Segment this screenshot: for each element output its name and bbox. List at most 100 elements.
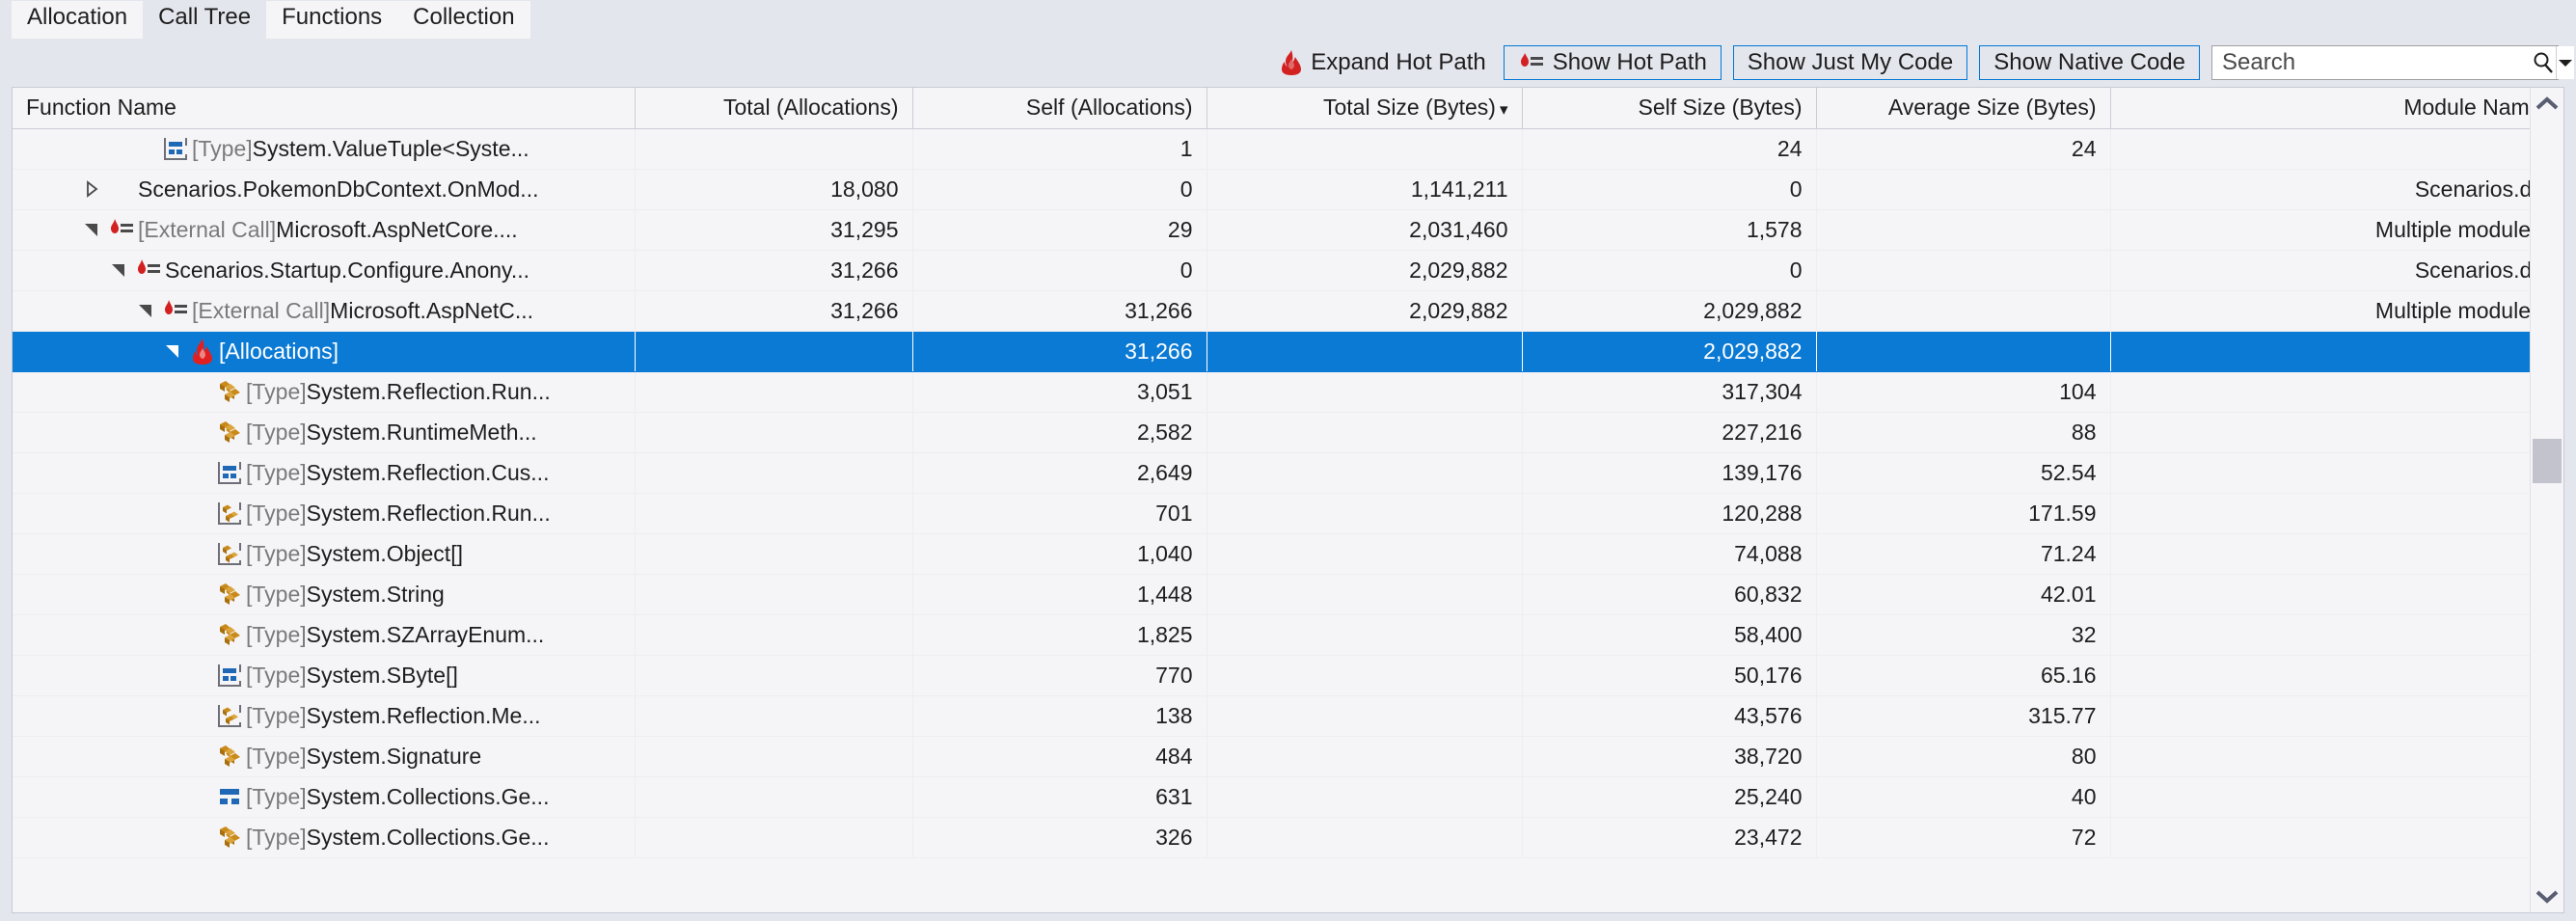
cell-self-allocations[interactable]: 1 [912,128,1207,170]
table-row[interactable]: [Type] System.SByte[] 770 50,176 65.16 [13,655,2530,696]
cell-function-name[interactable]: [Type] System.Reflection.Run... [13,371,636,413]
cell-total-allocations[interactable] [635,655,913,696]
cell-total-allocations[interactable] [635,371,913,413]
cell-self-allocations[interactable]: 2,582 [912,412,1207,453]
cell-total-size[interactable] [1207,614,1523,656]
cell-total-size[interactable] [1207,493,1523,534]
table-row[interactable]: [Type] System.Object[] 1,040 74,088 71.24 [13,533,2530,575]
show-just-my-code-button[interactable]: Show Just My Code [1732,45,1968,80]
table-row[interactable]: [Type] System.SZArrayEnum... 1,825 58,400 3… [13,614,2530,656]
column-header-self-allocations[interactable]: Self (Allocations) [912,88,1207,129]
cell-self-allocations[interactable]: 701 [912,493,1207,534]
cell-average-size[interactable]: 40 [1816,776,2111,818]
cell-module-name[interactable] [2110,817,2530,858]
cell-module-name[interactable] [2110,574,2530,615]
cell-total-size[interactable]: 2,029,882 [1207,290,1523,332]
table-row[interactable]: [Type] System.Reflection.Cus... 2,649 139,… [13,452,2530,494]
expander-expanded-icon[interactable] [134,301,159,320]
cell-module-name[interactable]: Scenarios.dll [2110,250,2530,291]
cell-self-size[interactable]: 23,472 [1522,817,1817,858]
cell-total-allocations[interactable] [635,817,913,858]
cell-self-size[interactable]: 0 [1522,250,1817,291]
cell-function-name[interactable]: [Type] System.Collections.Ge... [13,817,636,858]
cell-function-name[interactable]: Scenarios.Startup.Configure.Anony... [13,250,636,291]
search-icon[interactable] [2531,50,2556,75]
cell-total-size[interactable] [1207,655,1523,696]
cell-average-size[interactable] [1816,209,2111,251]
cell-average-size[interactable]: 315.77 [1816,695,2111,737]
table-row[interactable]: [Type] System.Reflection.Run... 701 120,28… [13,493,2530,534]
cell-self-size[interactable]: 50,176 [1522,655,1817,696]
cell-module-name[interactable] [2110,412,2530,453]
cell-self-allocations[interactable]: 0 [912,250,1207,291]
cell-self-allocations[interactable]: 1,448 [912,574,1207,615]
cell-module-name[interactable] [2110,128,2530,170]
cell-function-name[interactable]: [Type] System.SZArrayEnum... [13,614,636,656]
cell-function-name[interactable]: [Type] System.ValueTuple<Syste... [13,128,636,170]
cell-self-size[interactable]: 38,720 [1522,736,1817,777]
show-native-code-button[interactable]: Show Native Code [1979,45,2200,80]
expander-expanded-icon[interactable] [161,341,186,361]
cell-self-allocations[interactable]: 770 [912,655,1207,696]
cell-self-size[interactable]: 74,088 [1522,533,1817,575]
cell-self-size[interactable]: 227,216 [1522,412,1817,453]
cell-module-name[interactable] [2110,331,2530,372]
cell-function-name[interactable]: [Type] System.Collections.Ge... [13,776,636,818]
cell-self-allocations[interactable]: 31,266 [912,290,1207,332]
cell-self-allocations[interactable]: 631 [912,776,1207,818]
cell-total-size[interactable]: 1,141,211 [1207,169,1523,210]
cell-function-name[interactable]: [Type] System.SByte[] [13,655,636,696]
search-input[interactable] [2212,46,2531,79]
cell-total-allocations[interactable] [635,493,913,534]
column-header-average-size-bytes[interactable]: Average Size (Bytes) [1816,88,2111,129]
cell-self-allocations[interactable]: 326 [912,817,1207,858]
table-row[interactable]: [External Call] Microsoft.AspNetC... 31,2… [13,290,2530,332]
cell-total-size[interactable] [1207,452,1523,494]
cell-module-name[interactable] [2110,614,2530,656]
cell-total-size[interactable] [1207,533,1523,575]
cell-function-name[interactable]: [Allocations] [13,331,636,372]
scroll-up-button[interactable] [2531,88,2563,121]
cell-function-name[interactable]: Scenarios.PokemonDbContext.OnMod... [13,169,636,210]
cell-self-size[interactable]: 60,832 [1522,574,1817,615]
tab-collection[interactable]: Collection [397,1,530,39]
cell-total-allocations[interactable] [635,695,913,737]
cell-self-size[interactable]: 25,240 [1522,776,1817,818]
cell-total-size[interactable]: 2,029,882 [1207,250,1523,291]
cell-total-size[interactable] [1207,736,1523,777]
cell-total-size[interactable] [1207,817,1523,858]
cell-total-allocations[interactable] [635,574,913,615]
cell-function-name[interactable]: [Type] System.Object[] [13,533,636,575]
cell-module-name[interactable] [2110,776,2530,818]
tab-allocation[interactable]: Allocation [12,1,144,39]
cell-module-name[interactable] [2110,533,2530,575]
column-header-module-name[interactable]: Module Name [2110,88,2530,129]
cell-total-allocations[interactable] [635,776,913,818]
table-row[interactable]: [External Call] Microsoft.AspNetCore....… [13,209,2530,251]
search-options-chevron-down-icon[interactable] [2556,46,2574,79]
cell-average-size[interactable]: 71.24 [1816,533,2111,575]
cell-self-allocations[interactable]: 484 [912,736,1207,777]
cell-self-allocations[interactable]: 1,825 [912,614,1207,656]
cell-module-name[interactable]: Scenarios.dll [2110,169,2530,210]
cell-self-size[interactable]: 139,176 [1522,452,1817,494]
cell-module-name[interactable]: Multiple modules [2110,209,2530,251]
cell-total-allocations[interactable] [635,736,913,777]
cell-self-size[interactable]: 43,576 [1522,695,1817,737]
table-row[interactable]: Scenarios.Startup.Configure.Anony... 31,2… [13,250,2530,291]
cell-average-size[interactable] [1816,290,2111,332]
scroll-down-button[interactable] [2531,880,2563,912]
cell-total-allocations[interactable] [635,331,913,372]
cell-self-allocations[interactable]: 31,266 [912,331,1207,372]
expand-hot-path-button[interactable]: Expand Hot Path [1281,49,1486,76]
cell-average-size[interactable]: 104 [1816,371,2111,413]
table-row[interactable]: [Type] System.Collections.Ge... 326 23,472… [13,817,2530,858]
cell-self-size[interactable]: 2,029,882 [1522,331,1817,372]
cell-total-size[interactable] [1207,371,1523,413]
cell-average-size[interactable]: 80 [1816,736,2111,777]
cell-total-size[interactable] [1207,412,1523,453]
cell-module-name[interactable]: Multiple modules [2110,290,2530,332]
tab-functions[interactable]: Functions [266,1,398,39]
cell-total-allocations[interactable]: 31,266 [635,250,913,291]
table-row[interactable]: [Type] System.Reflection.Run... 3,051 317,… [13,371,2530,413]
